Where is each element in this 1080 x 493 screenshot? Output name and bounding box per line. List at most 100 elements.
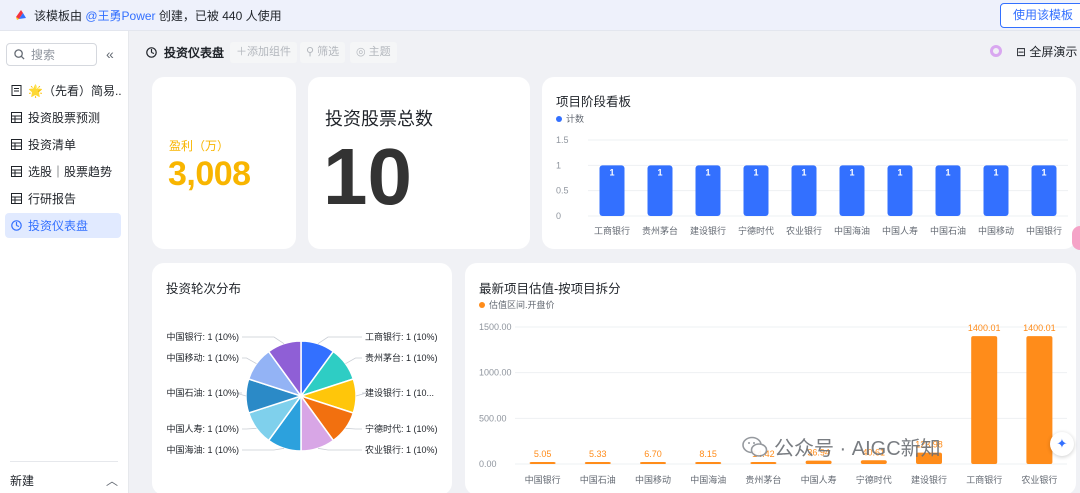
x-tick-label: 中国人寿 — [882, 225, 918, 236]
dashboard-icon — [11, 220, 22, 231]
pie-chart: 工商银行: 1 (10%) 贵州茅台: 1 (10%) 建设银行: 1 (10...… — [166, 331, 438, 455]
pie-label: 工商银行: 1 (10%) — [365, 331, 438, 342]
x-tick-label: 中国海油 — [834, 225, 870, 236]
x-tick-label: 贵州茅台 — [745, 474, 781, 485]
fullscreen-button[interactable]: ⊟ 全屏演示 — [1016, 43, 1077, 60]
bar-value-label: 6.70 — [644, 449, 662, 459]
bar — [695, 462, 722, 464]
sidebar-item-label: 投资清单 — [28, 138, 77, 152]
leader-line — [242, 447, 285, 451]
banner-prefix: 该模板由 — [34, 8, 83, 23]
bar-value-label: 1 — [849, 167, 854, 177]
search-placeholder: 搜索 — [31, 48, 56, 62]
bar — [1026, 336, 1053, 464]
sidebar-item-label: 🌟（先看）简易... — [28, 84, 121, 98]
ai-sparkle-button[interactable]: ✦ — [1050, 432, 1074, 456]
bar-value-label: 1 — [753, 167, 758, 177]
sidebar-footer: 新建 ︿ — [10, 461, 118, 489]
bar-value-label: 1 — [1041, 167, 1046, 177]
x-tick-label: 中国人寿 — [801, 474, 837, 485]
bar — [971, 336, 998, 464]
leader-line — [345, 427, 362, 430]
bar-value-label: 5.05 — [534, 449, 552, 459]
kpi-count-title: 投资股票总数 — [325, 109, 433, 129]
bar — [640, 462, 666, 464]
kpi-profit-card[interactable]: 盈利（万） 3,008 — [152, 77, 296, 249]
y-tick-label: 0.00 — [479, 459, 497, 469]
pie-chart-card[interactable]: 投资轮次分布 工商银行: 1 (10%) 贵州茅台: 1 (10%) 建设银行: 1… — [152, 263, 452, 493]
x-tick-label: 中国银行 — [1026, 225, 1062, 236]
table-icon — [11, 166, 22, 177]
sidebar-item-guide[interactable]: 🌟（先看）简易... — [5, 78, 121, 103]
y-tick-label: 0.5 — [556, 186, 569, 196]
bar-value-label: 1 — [657, 167, 662, 177]
bar-value-label: 1 — [945, 167, 950, 177]
bar-value-label: 1 — [801, 167, 806, 177]
y-tick-label: 1 — [556, 160, 561, 170]
dashboard-icon — [146, 47, 157, 58]
template-banner: 该模板由 @王勇Power 创建，已被 440 人使用 使用该模板 — [0, 0, 1080, 31]
y-tick-label: 500.00 — [479, 413, 507, 423]
table-icon — [11, 112, 22, 123]
sidebar-item-label: 投资股票预测 — [28, 111, 101, 125]
sidebar-item-stock-trend[interactable]: 选股｜股票趋势 — [5, 159, 121, 184]
watermark-text: 公众号 · AIGC新知 — [774, 438, 941, 460]
leader-line — [317, 336, 362, 345]
template-logo-icon — [16, 10, 26, 20]
plus-icon: ＋ — [236, 46, 247, 58]
search-input[interactable]: 搜索 — [6, 43, 97, 66]
sidebar-item-stock-forecast[interactable]: 投资股票预测 — [5, 105, 121, 130]
filter-button[interactable]: ⚲ 筛选 — [300, 42, 346, 63]
x-tick-label: 中国移动 — [978, 225, 1014, 236]
add-component-button[interactable]: ＋添加组件 — [230, 42, 297, 63]
bar-value-label: 1 — [609, 167, 614, 177]
doc-icon — [11, 85, 22, 96]
chevron-up-icon[interactable]: ︿ — [106, 472, 118, 489]
banner-author-link[interactable]: @王勇Power — [85, 9, 155, 23]
kpi-count-card[interactable]: 投资股票总数 10 — [308, 77, 530, 249]
stage-chart-card[interactable]: 项目阶段看板 计数 0 0.5 1 1.5 1 工商银行 1 贵州茅台 1 建设银行 1 宁德时代 1 农… — [542, 77, 1076, 249]
x-tick-label: 中国移动 — [635, 474, 671, 485]
pie-label: 中国海油: 1 (10%) — [166, 444, 239, 455]
collapse-sidebar-icon[interactable]: « — [106, 46, 114, 62]
pie-label: 宁德时代: 1 (10%) — [365, 423, 438, 434]
leader-line — [242, 336, 285, 345]
theme-button[interactable]: ◎ 主题 — [350, 42, 397, 63]
fullscreen-label: 全屏演示 — [1029, 45, 1078, 59]
pie-label: 中国银行: 1 (10%) — [166, 331, 239, 342]
bar-value-label: 1 — [705, 167, 710, 177]
new-button[interactable]: 新建 — [10, 472, 34, 489]
bar-value-label: 1400.01 — [968, 323, 1001, 333]
sidebar-item-dashboard[interactable]: 投资仪表盘 — [5, 213, 121, 238]
x-tick-label: 宁德时代 — [738, 225, 774, 236]
x-tick-label: 农业银行 — [1021, 474, 1057, 485]
filter-icon: ⚲ — [306, 46, 318, 58]
bar — [529, 462, 556, 464]
y-tick-label: 1000.00 — [479, 368, 512, 378]
search-icon — [14, 49, 25, 60]
x-tick-label: 中国银行 — [525, 474, 561, 485]
sidebar-item-research-report[interactable]: 行研报告 — [5, 186, 121, 211]
sidebar: 搜索 « 🌟（先看）简易... 投资股票预测 投资清单 选股｜股票趋势 行研报告… — [0, 31, 129, 493]
ai-assistant-icon[interactable] — [990, 45, 1002, 57]
sidebar-item-investment-list[interactable]: 投资清单 — [5, 132, 121, 157]
x-tick-label: 建设银行 — [911, 474, 947, 485]
use-template-button[interactable]: 使用该模板 — [999, 3, 1080, 28]
leader-line — [242, 427, 257, 430]
x-tick-label: 中国海油 — [690, 474, 726, 485]
leader-line — [345, 357, 362, 365]
y-tick-label: 0 — [556, 211, 561, 221]
bar-value-label: 5.33 — [589, 449, 607, 459]
pie-label: 中国人寿: 1 (10%) — [166, 423, 239, 434]
x-tick-label: 工商银行 — [966, 474, 1002, 485]
bar — [750, 462, 777, 464]
bar-value-label: 8.15 — [699, 449, 717, 459]
watermark: 公众号 · AIGC新知 — [742, 432, 941, 461]
bar-value-label: 1 — [897, 167, 902, 177]
stage-bar-chart: 0 0.5 1 1.5 1 工商银行 1 贵州茅台 1 建设银行 1 宁德时代 1 农业银行 1 中国海油 1 中… — [556, 135, 1068, 236]
floating-tab[interactable] — [1072, 226, 1080, 250]
x-tick-label: 宁德时代 — [856, 474, 892, 485]
bar-value-label: 1 — [993, 167, 998, 177]
wechat-icon — [742, 436, 768, 457]
sidebar-item-label: 选股｜股票趋势 — [28, 165, 113, 179]
